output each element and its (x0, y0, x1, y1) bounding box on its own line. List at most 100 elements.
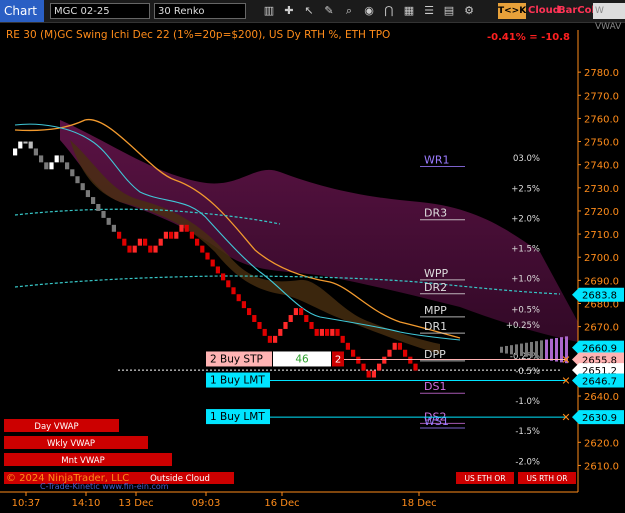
volume-profile-bar (530, 341, 533, 358)
pct-level-label: -1.5% (515, 427, 540, 437)
time-tick-label: 18 Dec (401, 498, 436, 509)
pct-level-label: +2.5% (511, 184, 540, 194)
pivot-label-dpp: DPP (424, 348, 446, 361)
pivot-label-wr1: WR1 (424, 154, 450, 167)
order-cancel-icon: ✕ (561, 375, 570, 388)
vwap-toggle-button[interactable]: W VWAV (593, 3, 625, 32)
renko-brick (319, 328, 324, 336)
price-tick-label: 2690.0 (584, 276, 619, 287)
chart-menu-button[interactable]: Chart (0, 0, 44, 22)
layout-icon[interactable]: ▤ (442, 3, 456, 19)
renko-brick (65, 162, 70, 170)
renko-brick (335, 328, 340, 336)
renko-brick (392, 342, 397, 350)
renko-brick (387, 349, 392, 357)
time-tick-label: 14:10 (72, 498, 101, 509)
renko-brick (371, 370, 376, 378)
renko-brick (241, 301, 246, 309)
price-tick-label: 2700.0 (584, 253, 619, 264)
order-cancel-icon: ✕ (561, 353, 570, 366)
renko-brick (23, 141, 28, 144)
pct-level-label: +0.25% (506, 321, 540, 331)
renko-brick (18, 141, 23, 149)
renko-brick (299, 308, 304, 316)
renko-brick (80, 183, 85, 191)
chart-type-icon[interactable]: ▦ (402, 3, 416, 19)
price-tick-label: 2710.0 (584, 230, 619, 241)
renko-brick (28, 141, 33, 149)
renko-brick (351, 349, 356, 357)
bars-icon[interactable]: ▥ (262, 3, 276, 19)
renko-brick (403, 349, 408, 357)
barcol-toggle-button[interactable]: BarCol (558, 3, 595, 19)
renko-brick (231, 287, 236, 295)
volume-profile-bar (510, 345, 513, 355)
renko-brick (137, 238, 142, 246)
renko-brick (226, 280, 231, 288)
renko-brick (200, 245, 205, 253)
pivot-label-ds1: DS1 (424, 380, 446, 393)
pct-level-label: +0.5% (511, 306, 540, 316)
cloud-toggle-button[interactable]: Cloud (528, 3, 560, 19)
price-tick-label: 2620.0 (584, 438, 619, 449)
renko-brick (189, 231, 194, 239)
time-tick-label: 10:37 (12, 498, 41, 509)
settings-icon[interactable]: ⚙ (462, 3, 476, 19)
renko-brick (314, 328, 319, 336)
renko-brick (122, 238, 127, 246)
pct-level-label: -1.0% (515, 397, 540, 407)
renko-brick (247, 308, 252, 316)
pct-level-label: +1.5% (511, 244, 540, 254)
pencil-icon[interactable]: ✎ (322, 3, 336, 19)
pointer-icon[interactable]: ↖ (302, 3, 316, 19)
volume-profile-bar (550, 338, 553, 361)
renko-brick (163, 231, 168, 239)
renko-brick (205, 252, 210, 260)
renko-brick (59, 155, 64, 163)
list-icon[interactable]: ☰ (422, 3, 436, 19)
price-flag-label: 2630.9 (582, 413, 617, 424)
renko-brick (377, 363, 382, 371)
volume-profile-bar (555, 337, 558, 362)
price-tick-label: 2640.0 (584, 392, 619, 403)
time-tick-label: 09:03 (192, 498, 221, 509)
price-chart[interactable]: WR1DR3WPPDR2MPPDR1DPPDS1DS2WS103.0%+2.5%… (0, 22, 625, 513)
renko-brick (215, 266, 220, 274)
renko-brick (397, 342, 402, 350)
price-tick-label: 2610.0 (584, 461, 619, 472)
eye-icon[interactable]: ◉ (362, 3, 376, 19)
renko-brick (179, 224, 184, 232)
magnet-icon[interactable]: ⋂ (382, 3, 396, 19)
interval-selector[interactable]: 30 Renko (154, 3, 246, 19)
volume-profile-bar (515, 344, 518, 356)
renko-brick (33, 148, 38, 156)
renko-brick (210, 259, 215, 267)
pivot-label-mpp: MPP (424, 304, 447, 317)
order-index-text: 2 (335, 354, 341, 365)
time-tick-label: 16 Dec (264, 498, 299, 509)
renko-brick (273, 335, 278, 343)
renko-brick (54, 155, 59, 163)
renko-brick (91, 197, 96, 205)
pivot-label-dr3: DR3 (424, 207, 447, 220)
tk-toggle-button[interactable]: T<>K (498, 3, 526, 19)
time-tick-label: 13 Dec (118, 498, 153, 509)
zoom-icon[interactable]: ⌕ (342, 3, 356, 19)
buy-stop-order-label: 2 Buy STP (210, 353, 263, 365)
crosshair-icon[interactable]: ✚ (282, 3, 296, 19)
renko-brick (252, 315, 257, 322)
pivot-label-dr2: DR2 (424, 281, 447, 294)
renko-brick (408, 356, 413, 364)
renko-brick (221, 273, 226, 281)
order-cancel-icon: ✕ (561, 411, 570, 424)
price-flag-label: 2646.7 (582, 377, 617, 388)
renko-brick (330, 328, 335, 336)
symbol-selector[interactable]: MGC 02-25 (50, 3, 150, 19)
renko-brick (49, 162, 54, 170)
renko-brick (325, 328, 330, 336)
pct-level-label: +1.0% (511, 275, 540, 285)
price-tick-label: 2720.0 (584, 207, 619, 218)
price-tick-label: 2770.0 (584, 91, 619, 102)
volume-profile-bar (545, 339, 548, 360)
volume-profile-bar (505, 345, 508, 354)
